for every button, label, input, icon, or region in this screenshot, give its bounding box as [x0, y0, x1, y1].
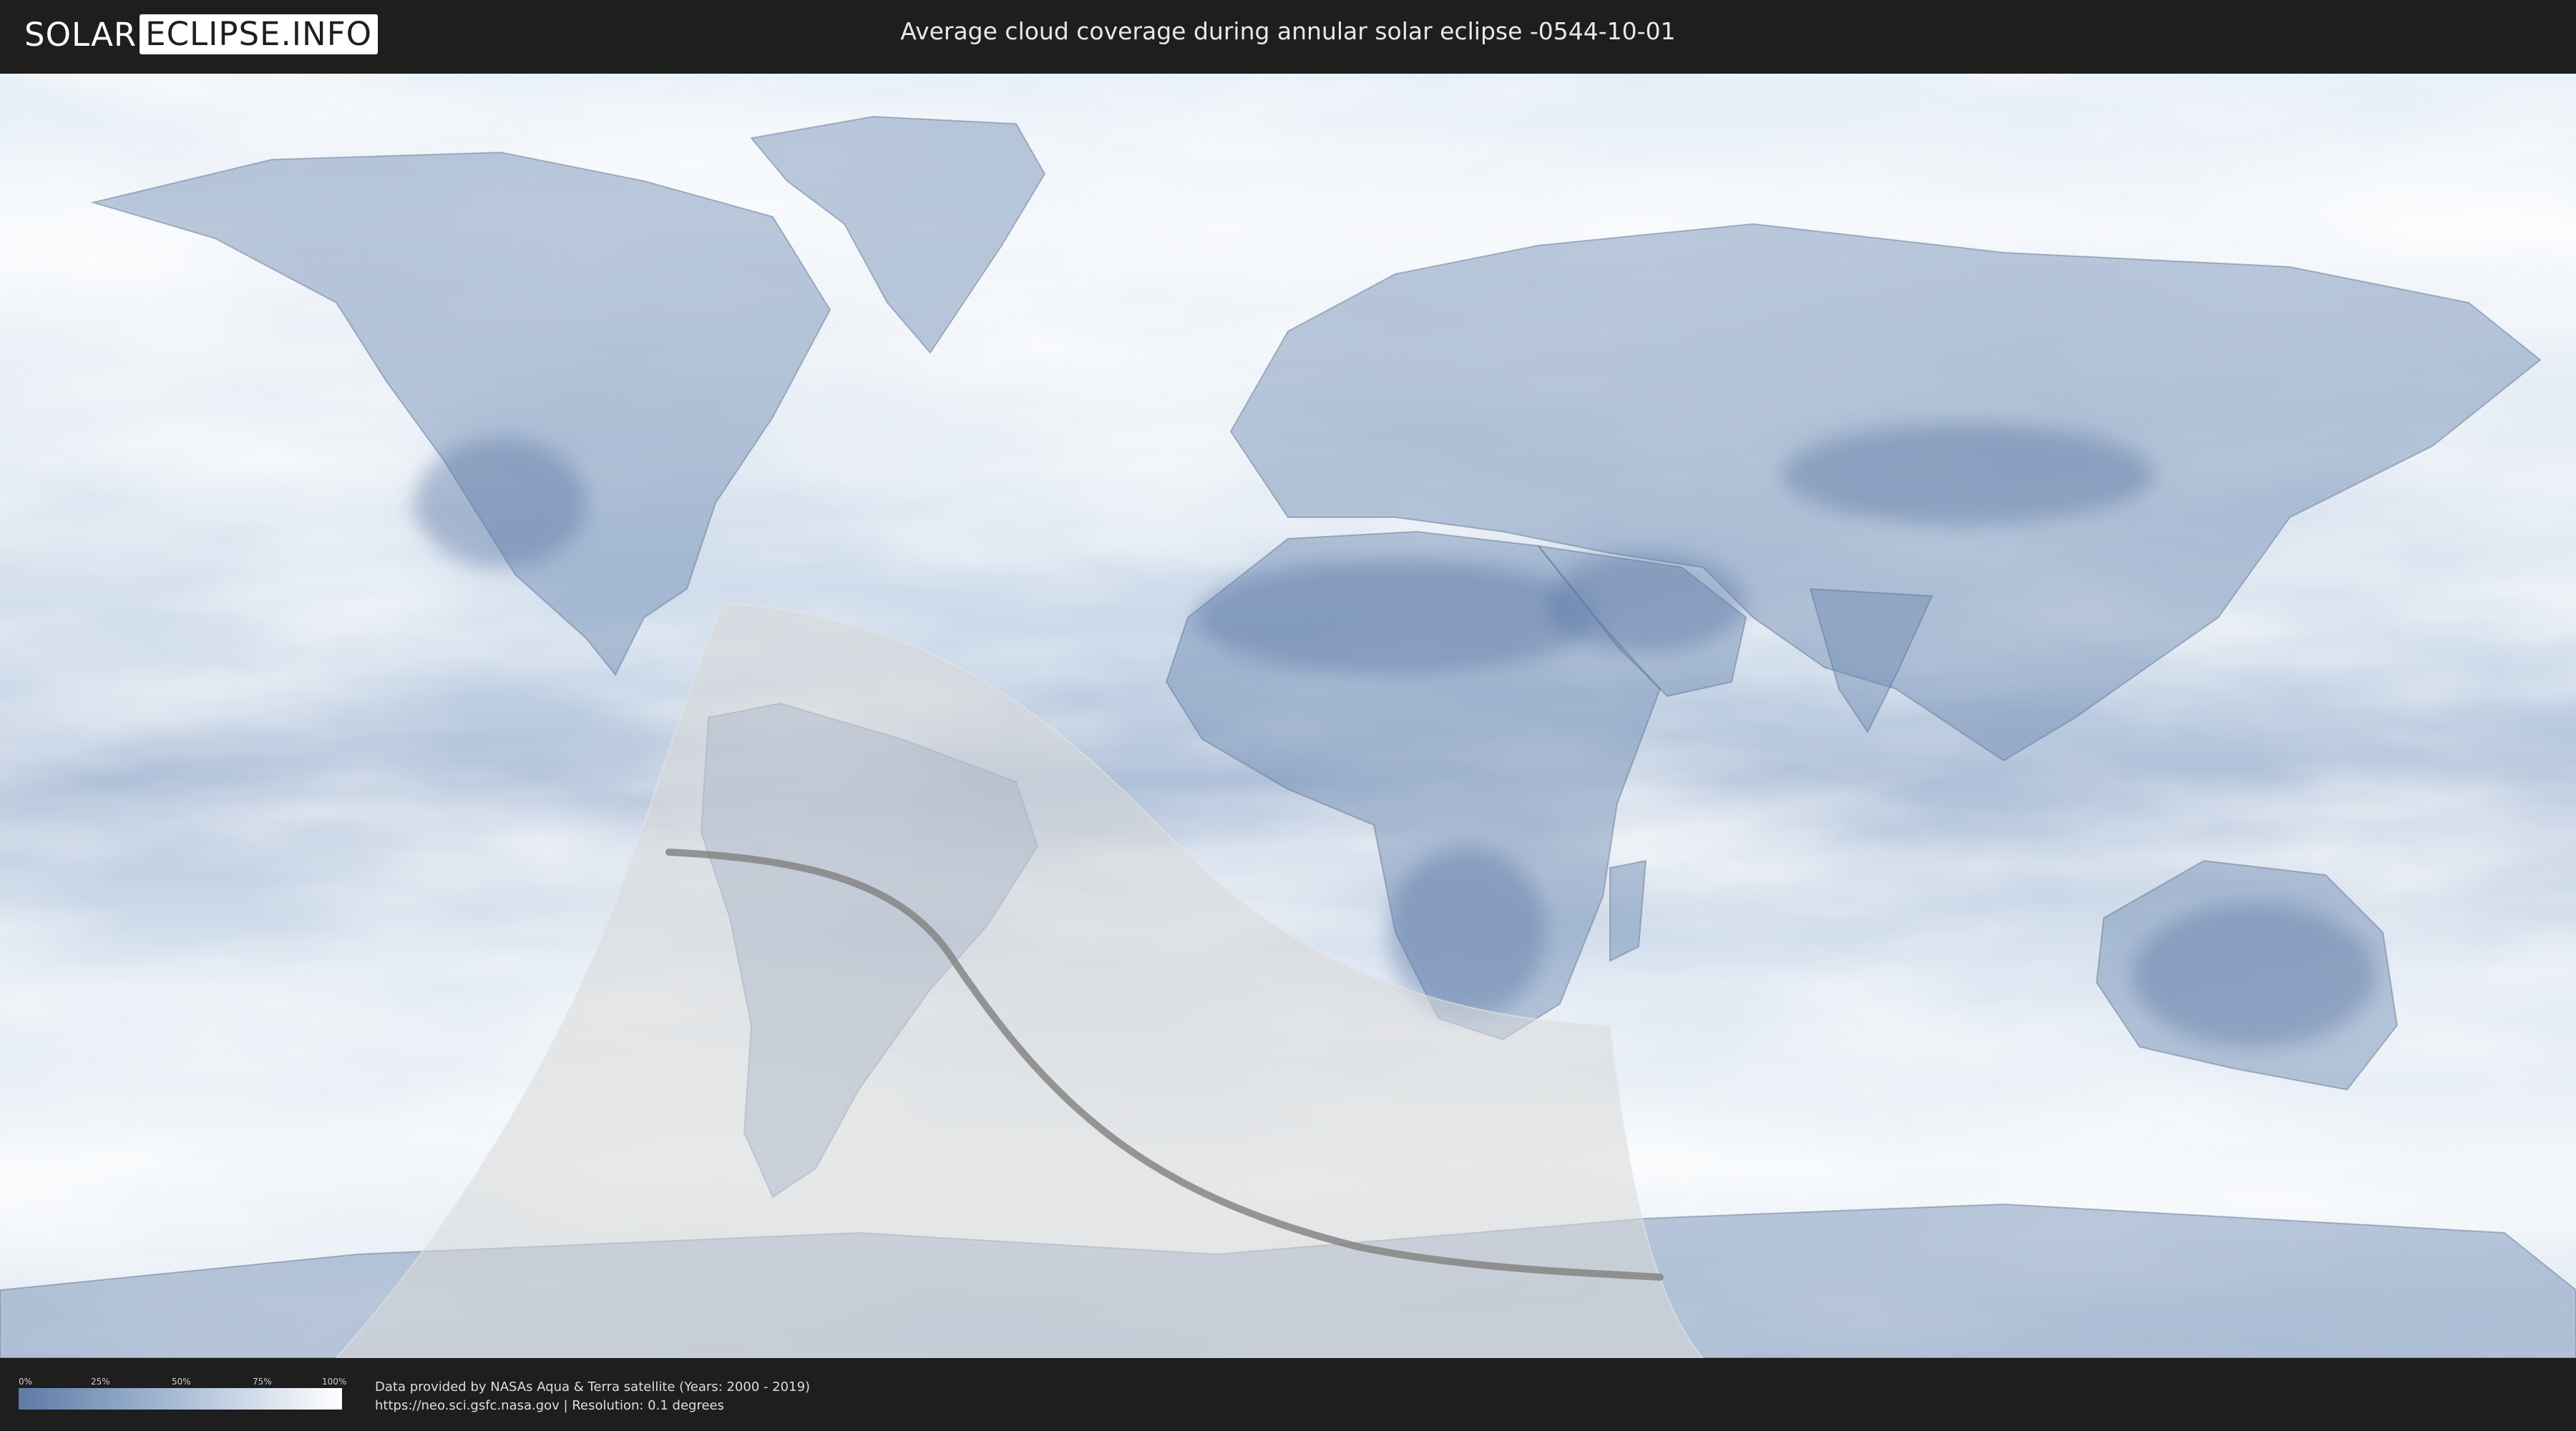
asia-clear	[1782, 424, 2154, 524]
cloud-coverage-map	[0, 74, 2576, 1358]
legend-tick-75: 75%	[253, 1377, 272, 1387]
legend-tick-50: 50%	[172, 1377, 191, 1387]
legend-color-bar	[19, 1388, 342, 1410]
legend-tick-25: 25%	[91, 1377, 110, 1387]
header-bar: SOLAR ECLIPSE.INFO Average cloud coverag…	[0, 0, 2576, 72]
sahara-clear	[1195, 560, 1596, 675]
page-title: Average cloud coverage during annular so…	[900, 17, 1676, 45]
arabia-clear	[1546, 553, 1746, 653]
legend-tick-100: 100%	[322, 1377, 347, 1387]
australia-clear	[2132, 904, 2376, 1047]
data-source-url[interactable]: https://neo.sci.gsfc.nasa.gov | Resoluti…	[375, 1398, 724, 1413]
southwest-us-clear	[415, 439, 587, 567]
data-credit: Data provided by NASAs Aqua & Terra sate…	[375, 1379, 811, 1395]
legend-tick-0: 0%	[19, 1377, 33, 1387]
footer-bar: 0% 25% 50% 75% 100% Data provided by NAS…	[0, 1358, 2576, 1431]
